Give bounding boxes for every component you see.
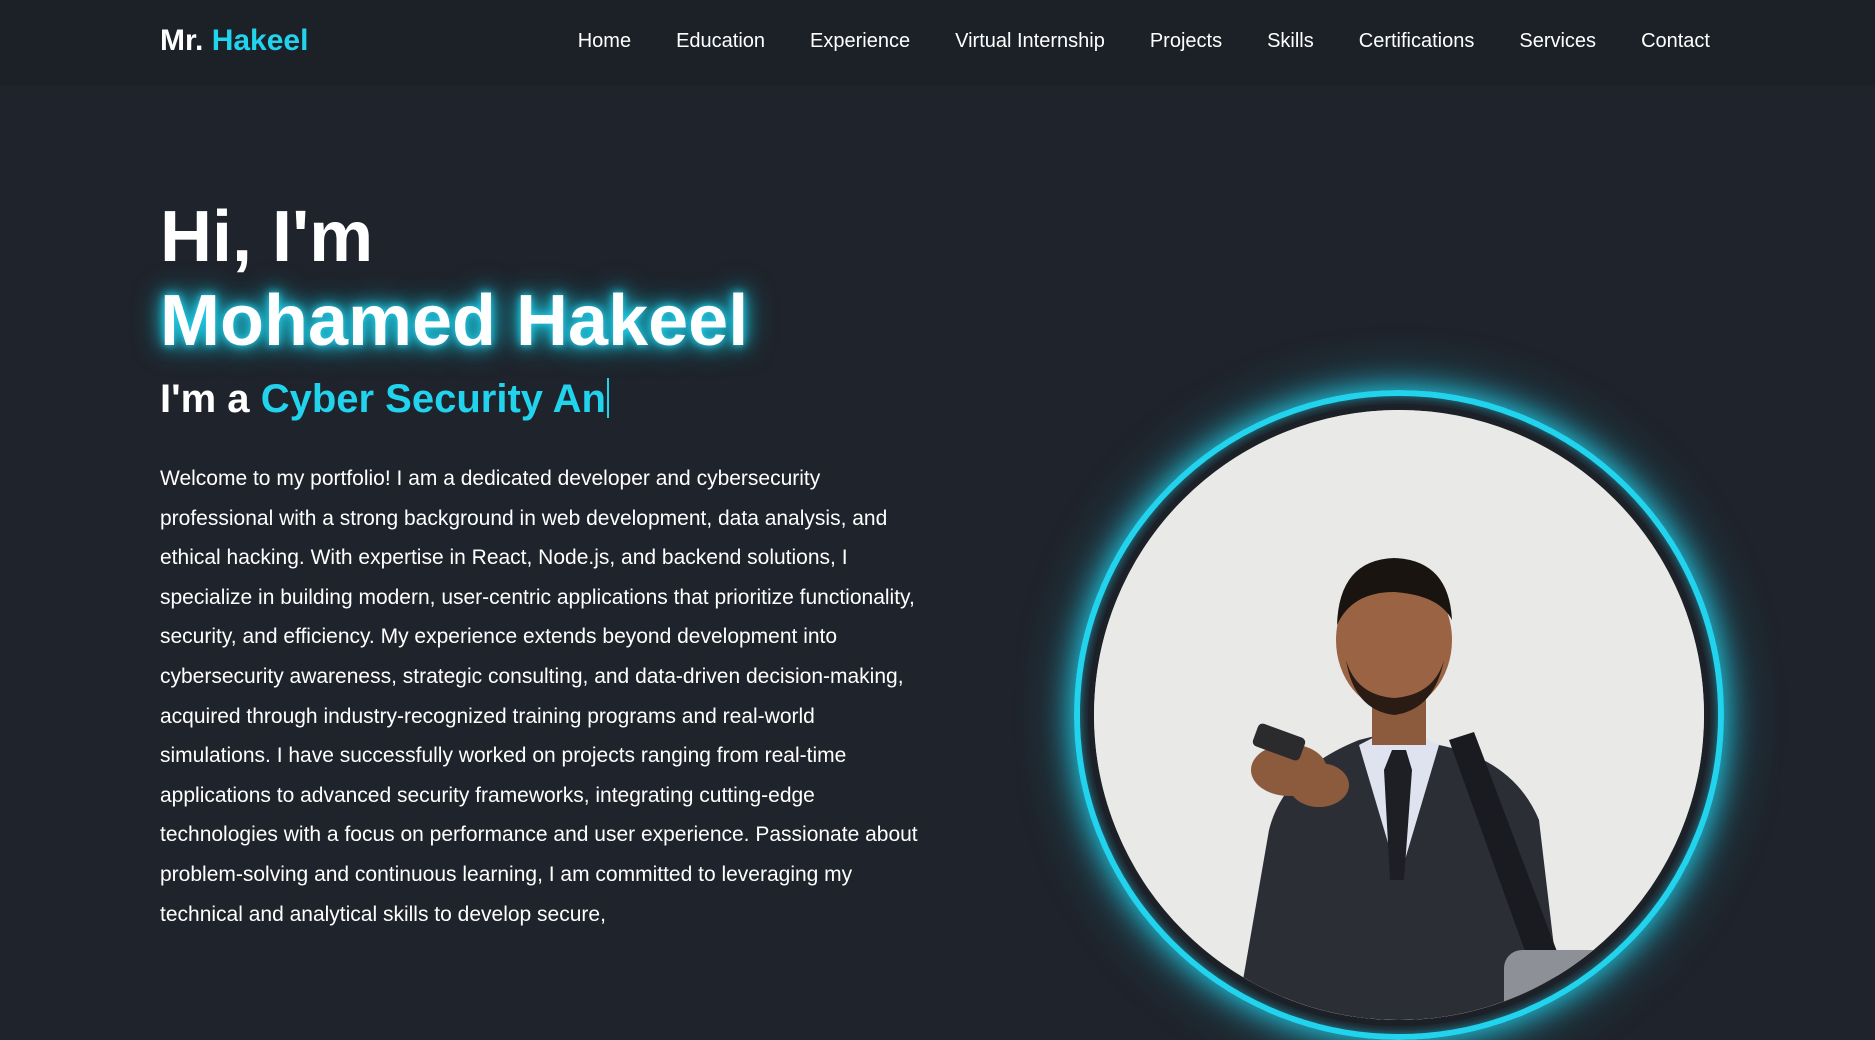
hero-role: I'm a Cyber Security An: [160, 373, 920, 425]
hero-intro: Welcome to my portfolio! I am a dedicate…: [160, 467, 918, 926]
nav-link-contact[interactable]: Contact: [1641, 30, 1710, 53]
nav-link-skills[interactable]: Skills: [1267, 30, 1314, 53]
role-typed-text: Cyber Security An: [260, 377, 606, 421]
hero-greeting: Hi, I'm: [160, 197, 374, 277]
nav-link-projects[interactable]: Projects: [1150, 30, 1222, 53]
profile-photo-frame: [1074, 390, 1724, 1040]
role-prefix: I'm a: [160, 377, 250, 421]
nav-link-certifications[interactable]: Certifications: [1359, 30, 1475, 53]
logo-prefix: Mr.: [160, 24, 204, 57]
site-logo[interactable]: Mr. Hakeel: [160, 24, 308, 58]
person-illustration: [1094, 410, 1704, 1020]
logo-name: Hakeel: [211, 24, 309, 57]
hero-section: Hi, I'm Mohamed Hakeel I'm a Cyber Secur…: [160, 195, 920, 934]
typing-cursor: [606, 378, 609, 418]
nav-link-home[interactable]: Home: [578, 30, 631, 53]
navbar: Mr. Hakeel Home Education Experience Vir…: [0, 0, 1875, 86]
profile-photo: [1088, 404, 1710, 1026]
nav-link-experience[interactable]: Experience: [810, 30, 910, 53]
nav-link-virtual-internship[interactable]: Virtual Internship: [955, 30, 1105, 53]
nav-links: Home Education Experience Virtual Intern…: [533, 30, 1710, 53]
hero-name: Mohamed Hakeel: [160, 281, 749, 361]
nav-link-education[interactable]: Education: [676, 30, 765, 53]
nav-link-services[interactable]: Services: [1519, 30, 1596, 53]
